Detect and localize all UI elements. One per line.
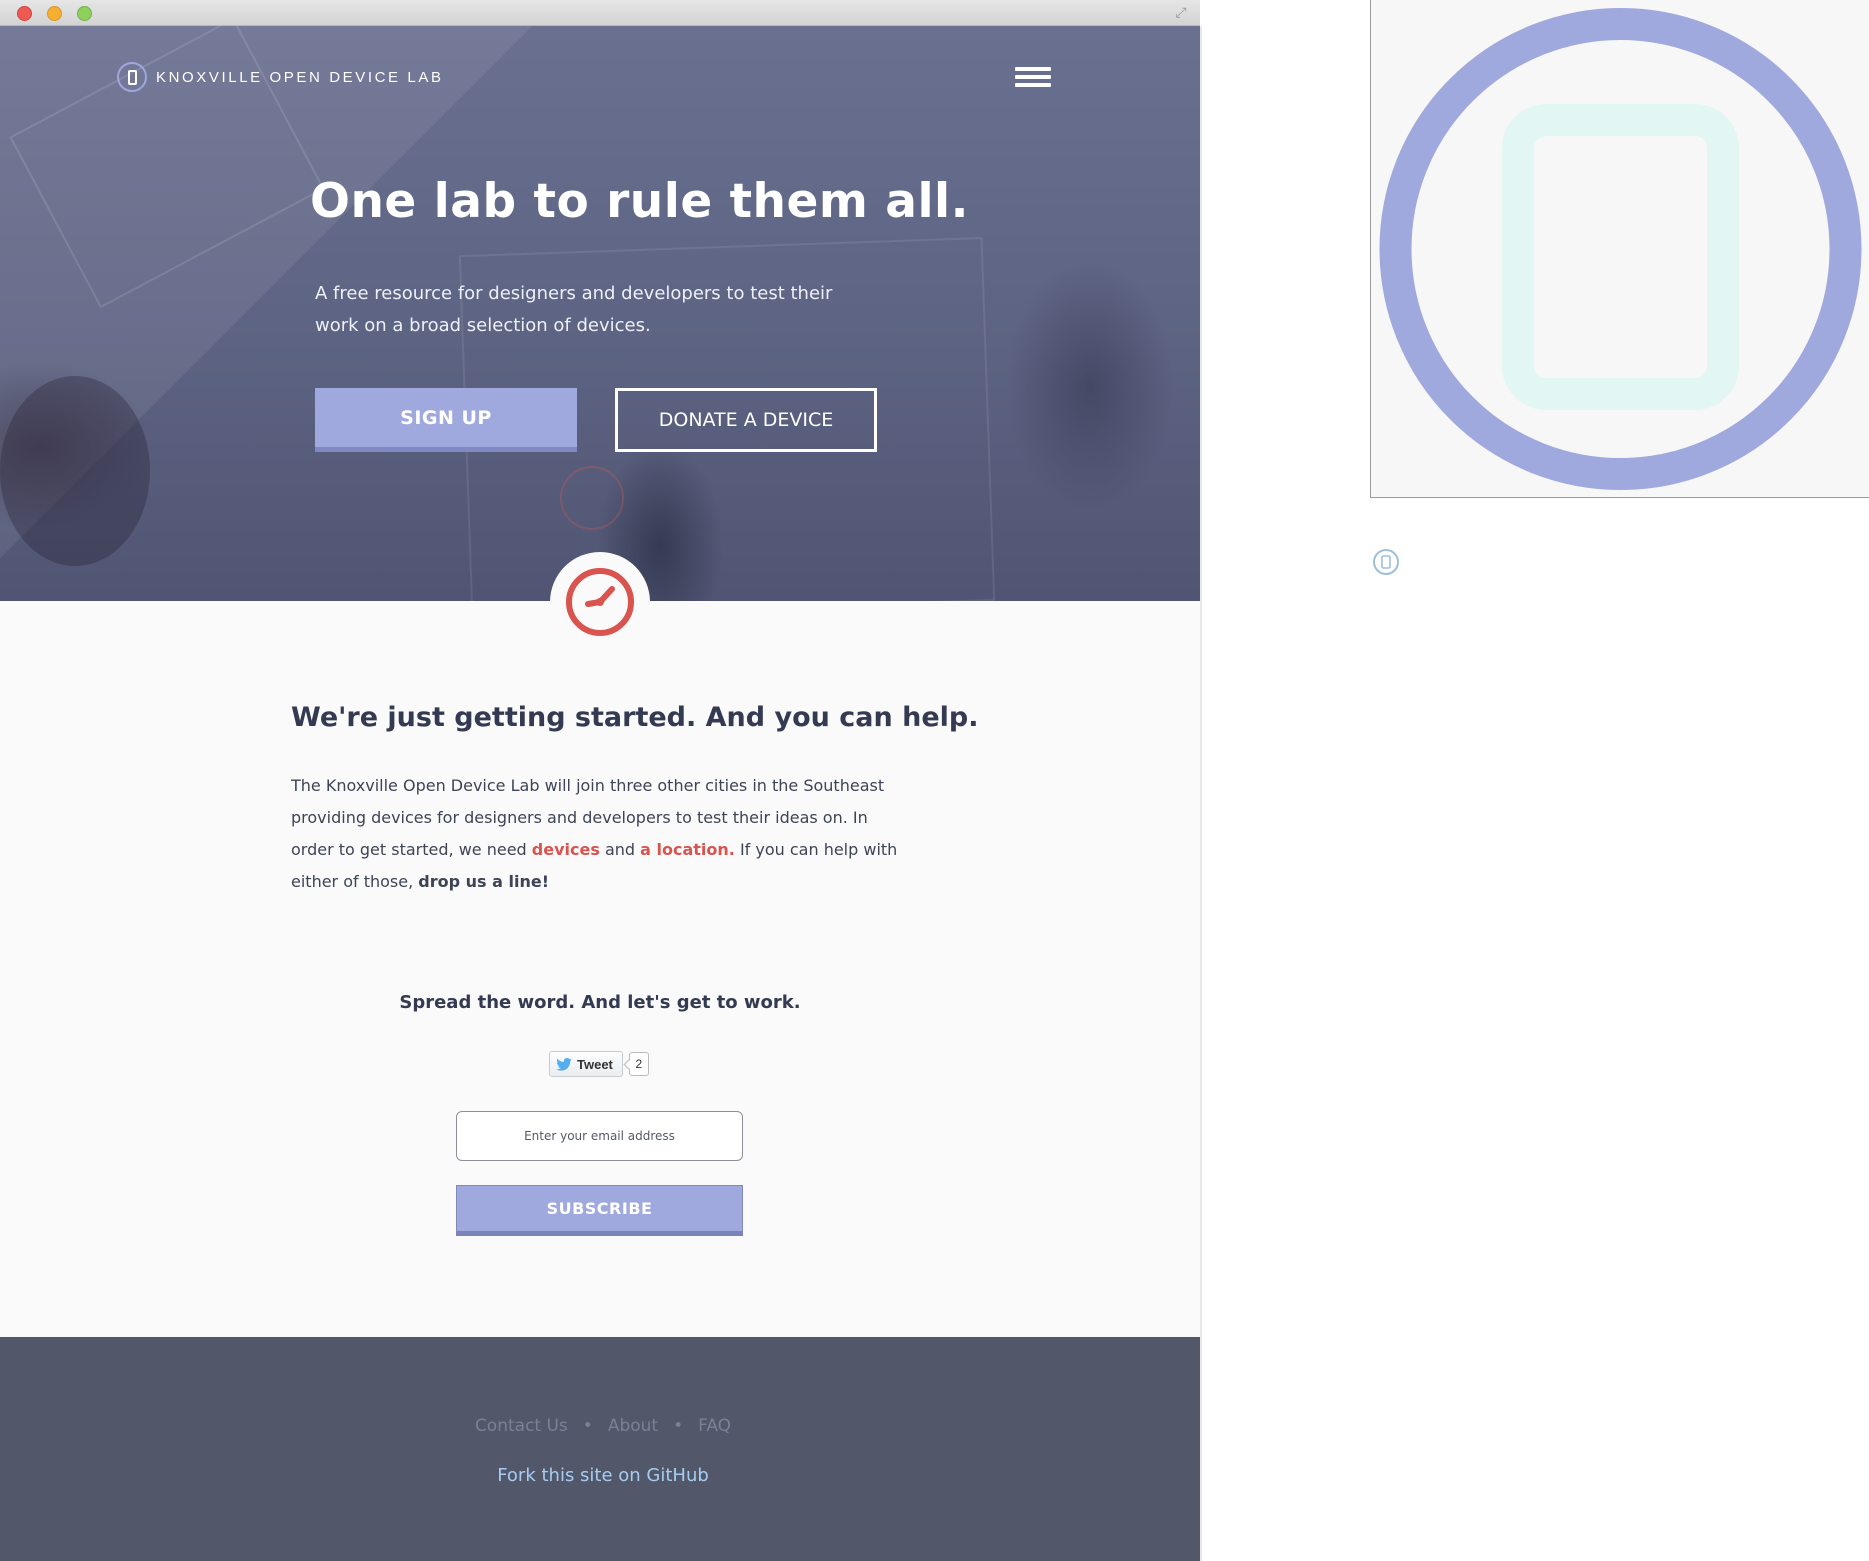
devices-link[interactable]: devices [532,840,600,859]
hero-background-decoration [0,376,150,566]
browser-window: ⤢ KNOXVILLE OPEN DEVICE LAB One lab to r… [0,0,1200,1561]
hero-subtitle: A free resource for designers and develo… [315,283,833,336]
email-input[interactable] [456,1111,743,1161]
footer-separator: • [582,1416,593,1436]
brand-name: KNOXVILLE OPEN DEVICE LAB [156,68,444,86]
contact-us-link[interactable]: Contact Us [475,1416,568,1436]
zoom-window-button[interactable] [77,6,92,21]
sign-up-button[interactable]: SIGN UP [315,388,577,452]
faq-link[interactable]: FAQ [698,1416,731,1436]
hero-background-decoration [560,466,624,530]
location-link[interactable]: a location. [640,840,735,859]
minimize-window-button[interactable] [47,6,62,21]
brand-logo-link[interactable]: KNOXVILLE OPEN DEVICE LAB [117,62,444,92]
about-link[interactable]: About [608,1416,658,1436]
close-window-button[interactable] [17,6,32,21]
tweet-count: 2 [628,1052,649,1076]
clock-icon [566,568,634,636]
twitter-bird-icon [556,1057,572,1071]
drop-us-a-line-link[interactable]: drop us a line! [418,872,549,891]
intro-heading: We're just getting started. And you can … [291,702,979,733]
fork-on-github-link[interactable]: Fork this site on GitHub [0,1465,1200,1486]
device-lab-logo-preview [1370,0,1869,498]
tweet-button[interactable]: Tweet [549,1051,623,1077]
hero-title: One lab to rule them all. [310,174,970,229]
intro-text: and [599,840,641,859]
window-edge [1200,26,1202,1561]
spread-the-word-heading: Spread the word. And let's get to work. [399,992,801,1013]
hero-section: KNOXVILLE OPEN DEVICE LAB One lab to rul… [0,26,1200,601]
window-titlebar: ⤢ [0,0,1200,26]
hamburger-menu-icon[interactable] [1015,67,1051,93]
device-logo-icon [117,62,147,92]
site-footer: Contact Us • About • FAQ Fork this site on G… [0,1337,1200,1561]
fullscreen-icon[interactable]: ⤢ [1172,4,1190,22]
footer-separator: • [673,1416,684,1436]
device-lab-logo-small-icon [1373,549,1399,575]
device-lab-logo-icon [1379,8,1862,490]
tweet-widget: Tweet 2 [549,1051,649,1077]
footer-nav: Contact Us • About • FAQ [0,1416,1200,1436]
intro-paragraph: The Knoxville Open Device Lab will join … [291,770,911,898]
device-lab-logo-small-preview [1372,548,1400,576]
clock-badge [550,552,650,652]
subscribe-button[interactable]: SUBSCRIBE [456,1185,743,1236]
tweet-label: Tweet [577,1056,613,1072]
donate-device-button[interactable]: DONATE A DEVICE [615,388,877,452]
